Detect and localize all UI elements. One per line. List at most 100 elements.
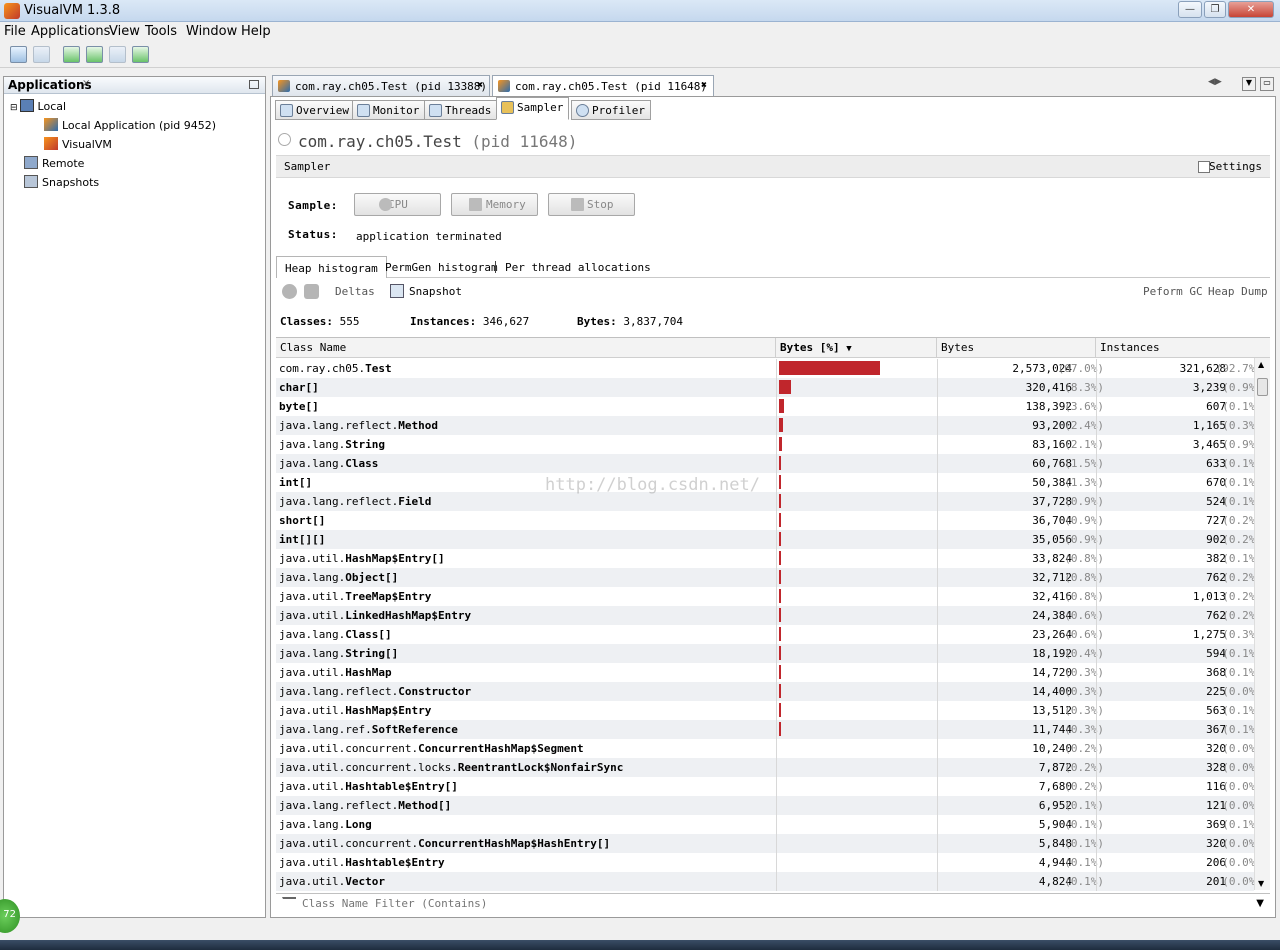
filter-funnel-icon[interactable]	[282, 897, 296, 910]
tree-node-local-application[interactable]: Local Application (pid 9452)	[44, 118, 216, 132]
table-row[interactable]: java.util.HashMap$Entry 13,512 (0.3%) 563 (0…	[276, 701, 1262, 720]
doc-tab-pid-11648[interactable]: com.ray.ch05.Test (pid 11648) ✖	[492, 75, 714, 97]
column-class-name[interactable]: Class Name	[276, 338, 776, 358]
table-row[interactable]: java.lang.reflect.Method[] 6,952 (0.1%) 121…	[276, 796, 1262, 815]
maximize-tab-icon[interactable]: ▭	[1260, 77, 1274, 91]
filter-history-dropdown-icon[interactable]: ▼	[1256, 898, 1264, 909]
maximize-window-button[interactable]: ❐	[1204, 1, 1226, 18]
close-tab-icon[interactable]: ✖	[477, 80, 483, 91]
column-divider	[937, 435, 938, 454]
table-row[interactable]: java.util.HashMap$Entry[] 33,824 (0.8%) 382…	[276, 549, 1262, 568]
instances-cell: 3,465	[1192, 438, 1226, 451]
cpu-button[interactable]: CPU	[354, 193, 441, 216]
minimize-window-button[interactable]: —	[1178, 1, 1202, 18]
table-row[interactable]: java.lang.Object[] 32,712 (0.8%) 762 (0.2%)	[276, 568, 1262, 587]
table-row[interactable]: java.util.LinkedHashMap$Entry 24,384 (0.6%…	[276, 606, 1262, 625]
table-row[interactable]: java.lang.reflect.Method 93,200 (2.4%) 1,16…	[276, 416, 1262, 435]
tree-node-local[interactable]: ⊟ Local	[10, 99, 66, 113]
tab-list-dropdown-icon[interactable]: ▼	[1242, 77, 1256, 91]
add-jmx-connection-icon[interactable]	[63, 46, 80, 63]
deltas-toggle[interactable]: Deltas	[335, 285, 375, 298]
scrollbar-thumb[interactable]	[1257, 378, 1268, 396]
table-row[interactable]: short[] 36,704 (0.9%) 727 (0.2%)	[276, 511, 1262, 530]
close-panel-icon[interactable]: ×	[82, 78, 90, 89]
table-row[interactable]: java.lang.ref.SoftReference 11,744 (0.3%) 3…	[276, 720, 1262, 739]
tab-sampler[interactable]: Sampler	[496, 97, 570, 120]
column-instances[interactable]: Instances	[1096, 338, 1270, 358]
histogram-toolbar: Deltas Snapshot Peform GC Heap Dump	[276, 282, 1270, 304]
tab-threads[interactable]: Threads	[424, 100, 498, 120]
table-row[interactable]: java.lang.Class 60,768 (1.5%) 633 (0.1%)	[276, 454, 1262, 473]
tree-node-remote[interactable]: Remote	[24, 156, 84, 170]
menu-file[interactable]: File	[4, 24, 26, 39]
tab-scroll-left-icon[interactable]: ◀▶	[1208, 77, 1222, 87]
load-core-dump-icon[interactable]	[33, 46, 50, 63]
menu-applications[interactable]: Applications	[31, 24, 110, 39]
table-row[interactable]: int[][] 35,056 (0.9%) 902 (0.2%)	[276, 530, 1262, 549]
table-row[interactable]: java.util.concurrent.ConcurrentHashMap$S…	[276, 739, 1262, 758]
close-window-button[interactable]: ✕	[1228, 1, 1274, 18]
tab-profiler[interactable]: Profiler	[571, 100, 651, 120]
menu-view[interactable]: View	[109, 24, 140, 39]
table-row[interactable]: char[] 320,416 (8.3%) 3,239 (0.9%)	[276, 378, 1262, 397]
perform-gc-button[interactable]: Peform GC	[1143, 285, 1203, 298]
tab-per-thread-allocations[interactable]: Per thread allocations	[497, 256, 659, 278]
table-row[interactable]: java.util.concurrent.ConcurrentHashMap$H…	[276, 834, 1262, 853]
add-remote-host-icon[interactable]	[86, 46, 103, 63]
close-tab-icon[interactable]: ✖	[701, 80, 707, 91]
table-row[interactable]: java.lang.String[] 18,192 (0.4%) 594 (0.1%)	[276, 644, 1262, 663]
memory-button[interactable]: Memory	[451, 193, 538, 216]
table-scrollbar[interactable]: ▲ ▼	[1254, 358, 1270, 890]
bytes-share-bar	[779, 380, 792, 394]
table-row[interactable]: int[] 50,384 (1.3%) 670 (0.1%)	[276, 473, 1262, 492]
table-row[interactable]: java.lang.Long 5,904 (0.1%) 369 (0.1%)	[276, 815, 1262, 834]
tab-permgen-histogram[interactable]: PermGen histogram	[377, 256, 506, 278]
instances-count: 346,627	[482, 315, 530, 328]
class-name-filter-input[interactable]	[302, 897, 1242, 910]
snapshot-button[interactable]: Snapshot	[409, 285, 462, 298]
table-row[interactable]: java.util.HashMap 14,720 (0.3%) 368 (0.1%)	[276, 663, 1262, 682]
heap-dump-button[interactable]: Heap Dump	[1208, 285, 1268, 298]
snapshot-icon[interactable]	[390, 284, 404, 298]
table-row[interactable]: byte[] 138,392 (3.6%) 607 (0.1%)	[276, 397, 1262, 416]
refresh-icon[interactable]	[304, 284, 319, 299]
table-row[interactable]: java.util.Vector 4,824 (0.1%) 201 (0.0%)	[276, 872, 1262, 891]
bytes-share-bar	[779, 722, 781, 736]
table-row[interactable]: java.util.Hashtable$Entry[] 7,680 (0.2%) 11…	[276, 777, 1262, 796]
table-row[interactable]: java.util.TreeMap$Entry 32,416 (0.8%) 1,013…	[276, 587, 1262, 606]
doc-tab-pid-13388[interactable]: com.ray.ch05.Test (pid 13388) ✖	[272, 75, 490, 96]
menu-window[interactable]: Window	[186, 24, 237, 39]
minimize-panel-icon[interactable]	[249, 80, 259, 89]
tab-overview[interactable]: Overview	[275, 100, 355, 120]
tree-node-visualvm[interactable]: VisualVM	[44, 137, 112, 151]
column-bytes-pct[interactable]: Bytes [%] ▼	[776, 338, 937, 358]
load-snapshot-icon[interactable]	[10, 46, 27, 63]
add-vm-coredump-icon[interactable]	[109, 46, 126, 63]
table-row[interactable]: com.ray.ch05.Test 2,573,024 (67.0%) 321,628…	[276, 359, 1262, 378]
table-row[interactable]: java.lang.String 83,160 (2.1%) 3,465 (0.9%)	[276, 435, 1262, 454]
tab-monitor[interactable]: Monitor	[352, 100, 426, 120]
column-bytes[interactable]: Bytes	[937, 338, 1096, 358]
stop-button[interactable]: Stop	[548, 193, 635, 216]
pause-icon[interactable]	[282, 284, 297, 299]
column-divider	[776, 606, 777, 625]
table-row[interactable]: java.util.Hashtable$Entry 4,944 (0.1%) 206(…	[276, 853, 1262, 872]
scroll-up-icon[interactable]: ▲	[1258, 360, 1264, 369]
settings-label[interactable]: Settings	[1209, 160, 1262, 173]
table-row[interactable]: java.lang.reflect.Field 37,728 (0.9%) 524 (0…	[276, 492, 1262, 511]
class-simple-name: Class[]	[345, 628, 392, 641]
tree-node-snapshots[interactable]: Snapshots	[24, 175, 99, 189]
menu-tools[interactable]: Tools	[145, 24, 177, 39]
add-jmx-application-icon[interactable]	[132, 46, 149, 63]
class-package: java.lang.	[279, 457, 346, 470]
column-divider	[1096, 378, 1097, 397]
tree-collapse-icon[interactable]: ⊟	[10, 103, 18, 113]
histogram-tabs: Heap histogram PermGen histogram Per thr…	[276, 256, 1270, 278]
class-simple-name: Class	[345, 457, 379, 470]
table-row[interactable]: java.lang.reflect.Constructor 14,400 (0.3%…	[276, 682, 1262, 701]
table-row[interactable]: java.lang.Class[] 23,264 (0.6%) 1,275 (0.3%)	[276, 625, 1262, 644]
tab-heap-histogram[interactable]: Heap histogram	[276, 256, 387, 278]
table-row[interactable]: java.util.concurrent.locks.ReentrantLock…	[276, 758, 1262, 777]
scroll-down-icon[interactable]: ▼	[1258, 879, 1264, 888]
menu-help[interactable]: Help	[241, 24, 271, 39]
